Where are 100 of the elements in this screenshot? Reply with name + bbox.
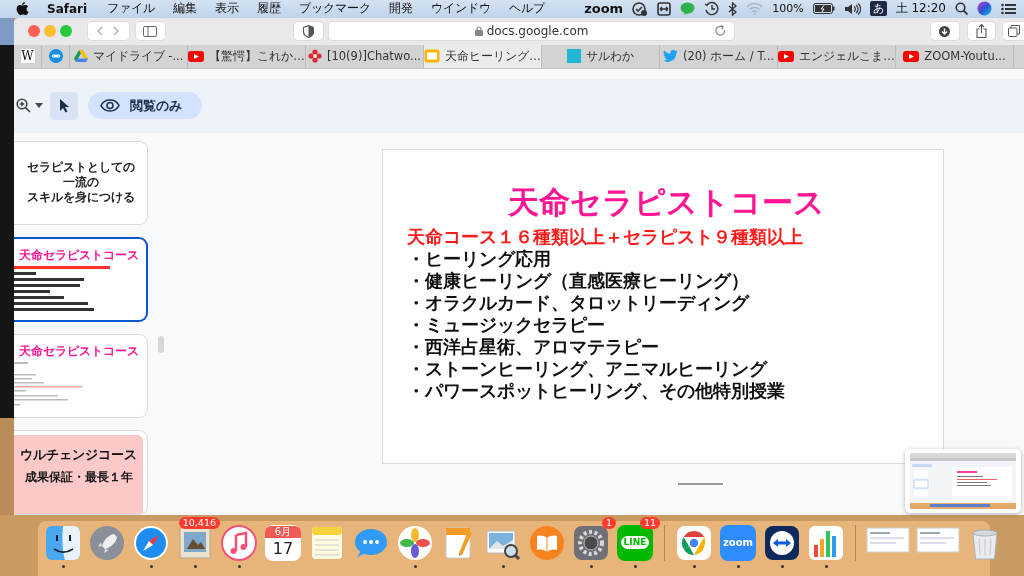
list-icon[interactable] (1001, 2, 1016, 15)
slide-thumbnail[interactable]: セラピストとしての 一流の スキルを身につける (14, 140, 148, 226)
app-menu[interactable]: Safari (47, 1, 88, 16)
menu-item[interactable]: ファイル (107, 0, 156, 18)
infinity-icon (48, 49, 63, 64)
bullet-item: ・パワースポットヒーリング、その他特別授業 (407, 379, 786, 402)
chrome-icon[interactable] (676, 524, 712, 561)
open-book-icon[interactable] (529, 524, 565, 561)
tab-overview-button[interactable] (1003, 22, 1024, 41)
download-icon (939, 25, 951, 37)
browser-tab[interactable]: ZOOM-Youtu... (896, 44, 1014, 68)
select-tool[interactable] (50, 91, 78, 120)
bullet-item: ・健康ヒーリング（直感医療ヒーリング） (407, 269, 750, 292)
notification-badge: 10,416 (178, 516, 220, 529)
reload-icon[interactable] (715, 25, 726, 38)
sidebar-button[interactable] (136, 22, 165, 41)
bullet-item: ・ヒーリング応用 (407, 247, 552, 270)
scrollbar-thumb[interactable] (158, 335, 164, 353)
browser-tab[interactable]: 天命ヒーリング… (424, 44, 542, 68)
browser-tab[interactable]: 【驚愕】これか… (188, 44, 306, 68)
zoom-in-icon (15, 98, 31, 114)
play-icon (903, 50, 920, 62)
view-only-button[interactable]: 閲覧のみ (88, 92, 202, 120)
square-icon (567, 49, 581, 64)
slide-title: 天命セラピストコース (19, 247, 140, 265)
caret-icon (34, 103, 43, 109)
slide-title: 天命セラピストコース (508, 182, 826, 222)
slide-thumbnail[interactable]: ウルチェンジコース 成果保証・最長１年 (14, 430, 148, 515)
search-icon[interactable] (955, 2, 968, 16)
bar-chart-icon[interactable] (808, 524, 844, 561)
tab-title: ZOOM-Youtu... (924, 49, 1006, 64)
triangle-icon (73, 50, 88, 63)
close-button[interactable] (28, 25, 40, 38)
slide-icon (424, 49, 441, 64)
arrows-box-icon[interactable] (657, 1, 672, 16)
tab-title: サルわか (586, 48, 634, 64)
menu-item[interactable]: 開発 (389, 0, 414, 18)
chevron-left-icon (97, 26, 104, 37)
flower-icon (308, 49, 322, 64)
shield-icon (302, 24, 314, 38)
menu-item[interactable]: ヘルプ (509, 0, 546, 18)
bullet-item: ・ミュージックセラピー (407, 313, 606, 336)
tab-title: 天命ヒーリング… (445, 48, 541, 64)
browser-tab[interactable]: サルわか (542, 44, 660, 68)
tab-title: (20) ホーム / T... (682, 48, 775, 64)
download-button[interactable] (931, 22, 959, 41)
sidebar-icon (143, 25, 158, 37)
menu-item[interactable]: 履歴 (257, 0, 282, 18)
banner-title: ウルチェンジコース (20, 447, 137, 465)
check-circle-icon[interactable] (632, 0, 649, 17)
pinned-tab[interactable]: W (14, 44, 42, 68)
notification-badge: 1 (601, 516, 616, 529)
menu-item[interactable]: ウインドウ (431, 0, 492, 18)
menu-item[interactable]: ブックマーク (299, 0, 372, 18)
slide-thumbnail[interactable]: 天命セラピストコース (14, 237, 148, 322)
slide-text: スキルを身につける (26, 190, 135, 206)
music-note-icon[interactable] (221, 524, 257, 561)
share-button[interactable] (967, 22, 996, 41)
scroll-indicator[interactable] (678, 482, 723, 485)
bluetooth-icon[interactable] (728, 1, 738, 16)
apple-icon[interactable] (16, 1, 29, 17)
input-method-indicator[interactable]: あ (869, 1, 887, 17)
rocket-icon[interactable] (89, 524, 125, 561)
slide-thumbnail[interactable]: 天命セラピストコース (14, 333, 148, 419)
clock-icon[interactable] (704, 1, 720, 17)
calendar-month: 6月 (265, 525, 301, 538)
calendar-icon[interactable]: 6月 17 (265, 524, 301, 561)
play-icon (778, 50, 795, 62)
compass-icon[interactable] (133, 524, 169, 561)
privacy-button[interactable] (293, 22, 324, 41)
wikipedia-logo: W (20, 49, 35, 64)
tab-title: エンジェルこま… (799, 48, 895, 64)
browser-tab[interactable]: マイドライブ -... (70, 44, 188, 68)
gear-icon[interactable] (573, 524, 609, 561)
slide-text: 一流の (62, 175, 99, 191)
menu-item[interactable]: 表示 (215, 0, 240, 18)
speaker-icon[interactable] (843, 2, 861, 15)
bird-icon (662, 50, 678, 63)
browser-tab[interactable]: エンジェルこま… (778, 44, 896, 68)
zoom-status-label[interactable]: zoom (584, 1, 624, 17)
tabs-icon (1007, 25, 1020, 38)
share-icon (975, 24, 987, 39)
pinwheel-icon[interactable] (397, 524, 433, 561)
browser-tab[interactable]: (20) ホーム / T... (660, 44, 778, 68)
play-icon (188, 50, 205, 62)
address-field[interactable]: docs.google.com (329, 22, 734, 41)
notification-badge: 11 (639, 516, 660, 529)
battery-icon[interactable] (812, 3, 835, 15)
menu-item[interactable]: 編集 (173, 0, 198, 18)
siri-icon[interactable] (977, 1, 992, 17)
battery-percentage: 100% (772, 2, 804, 16)
tab-title: [10(9)]Chatwo... (327, 49, 421, 64)
calendar-day: 17 (272, 537, 294, 560)
lock-icon (474, 26, 483, 37)
bullet-item: ・オラクルカード、タロットリーディング (407, 291, 751, 314)
banner-subtitle: 成果保証・最長１年 (24, 470, 133, 486)
clock-time[interactable]: 土 12:20 (895, 0, 946, 18)
bullet-item: ・ストーンヒーリング、アニマルヒーリング (407, 357, 769, 380)
smiling-face-icon[interactable] (45, 524, 81, 561)
url-text: docs.google.com (486, 24, 589, 39)
